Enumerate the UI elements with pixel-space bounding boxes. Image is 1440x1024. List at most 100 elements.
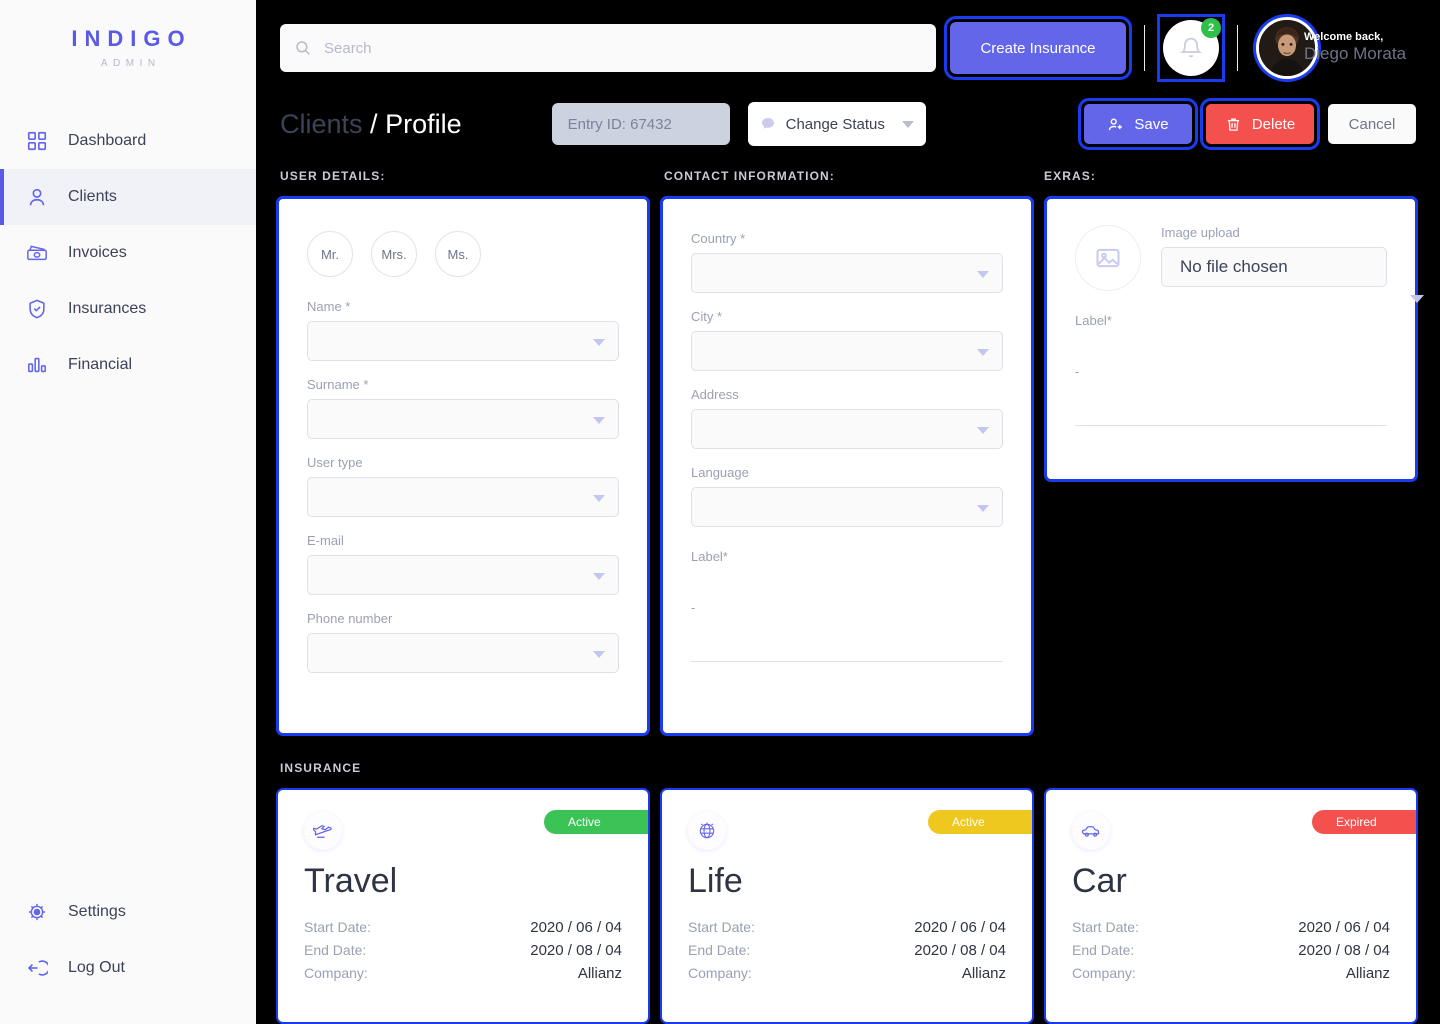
insurance-card-inner: Expired Car Start Date: 2020 / 06 / 04 E… (1046, 790, 1416, 1022)
sidebar-nav: Dashboard Clients Invoices Insurances Fi… (0, 113, 256, 393)
row-value: 2020 / 08 / 04 (530, 942, 622, 959)
save-button-label: Save (1134, 115, 1169, 133)
insurance-row: Start Date: 2020 / 06 / 04 (1072, 919, 1390, 936)
field-country: Country * (691, 231, 1003, 293)
address-select[interactable] (691, 409, 1003, 449)
sidebar-item-settings[interactable]: Settings (0, 884, 256, 940)
sidebar-item-clients[interactable]: Clients (0, 169, 256, 225)
sidebar-item-dashboard[interactable]: Dashboard (0, 113, 256, 169)
section-label-contact-information: CONTACT INFORMATION: (664, 169, 835, 183)
topbar: Create Insurance 2 (280, 0, 1440, 96)
topbar-divider-2 (1237, 25, 1238, 71)
search-box[interactable] (280, 24, 936, 72)
field-user-type: User type (307, 455, 619, 517)
salutation-ms[interactable]: Ms. (435, 231, 481, 277)
add-user-icon (1107, 116, 1124, 133)
logout-icon (26, 957, 48, 979)
change-status-dropdown[interactable]: Change Status (747, 102, 926, 146)
search-icon (294, 39, 312, 57)
user-type-select[interactable] (307, 477, 619, 517)
insurance-row: Company: Allianz (688, 965, 1006, 982)
notifications-button[interactable]: 2 (1157, 14, 1225, 82)
contact-label-value[interactable]: - (691, 600, 1003, 615)
status-badge: Expired (1312, 810, 1416, 834)
cancel-button[interactable]: Cancel (1328, 104, 1416, 144)
contact-label-underline (691, 661, 1003, 662)
row-key: End Date: (688, 942, 751, 958)
notification-count-badge: 2 (1201, 18, 1221, 38)
grid-icon (26, 130, 48, 152)
create-insurance-button[interactable]: Create Insurance (944, 16, 1132, 80)
insurance-details: Start Date: 2020 / 06 / 04 End Date: 202… (688, 919, 1006, 982)
field-label: Name * (307, 299, 351, 314)
field-label: Surname * (307, 377, 369, 392)
sidebar: INDIGO ADMIN Dashboard Clients Invoices … (0, 0, 256, 1024)
sidebar-item-label: Invoices (68, 244, 127, 261)
row-value: Allianz (961, 965, 1006, 982)
insurance-card-life[interactable]: Active Life Start Date: 2020 / 06 / 04 E… (660, 788, 1034, 1024)
insurance-row: Company: Allianz (304, 965, 622, 982)
insurance-card-travel[interactable]: Active Travel Start Date: 2020 / 06 / 04… (276, 788, 650, 1024)
sidebar-item-label: Clients (68, 188, 117, 205)
city-select[interactable] (691, 331, 1003, 371)
sidebar-item-insurances[interactable]: Insurances (0, 281, 256, 337)
sidebar-item-label: Settings (68, 903, 126, 920)
entry-id-field[interactable]: Entry ID: 67432 (551, 103, 730, 145)
plane-icon (304, 812, 342, 850)
salutation-mrs[interactable]: Mrs. (371, 231, 417, 277)
insurance-card-inner: Active Travel Start Date: 2020 / 06 / 04… (278, 790, 648, 1022)
sidebar-item-label: Financial (68, 356, 133, 373)
scroll-caret-icon[interactable] (1410, 295, 1424, 303)
extras-label-field: Label* - (1075, 313, 1387, 426)
row-key: Company: (1072, 965, 1136, 981)
insurance-row: Company: Allianz (1072, 965, 1390, 982)
chat-bubble-icon (760, 116, 776, 132)
money-icon (26, 242, 48, 264)
section-label-extras: EXRAS: (1044, 169, 1096, 183)
status-badge: Active (544, 810, 648, 834)
user-details-card: Mr. Mrs. Ms. Name * Surname * User type … (276, 196, 650, 736)
search-input[interactable] (324, 39, 922, 57)
field-label: User type (307, 455, 363, 470)
sidebar-item-label: Dashboard (68, 132, 147, 149)
language-select[interactable] (691, 487, 1003, 527)
country-select[interactable] (691, 253, 1003, 293)
row-key: Start Date: (304, 919, 371, 935)
trash-icon (1225, 116, 1242, 133)
delete-button[interactable]: Delete (1200, 98, 1320, 150)
field-label: Language (691, 465, 749, 480)
sidebar-item-invoices[interactable]: Invoices (0, 225, 256, 281)
save-button[interactable]: Save (1078, 98, 1198, 150)
row-value: 2020 / 06 / 04 (1298, 919, 1390, 936)
row-key: Start Date: (1072, 919, 1139, 935)
delete-button-label: Delete (1251, 115, 1296, 133)
phone-number-select[interactable] (307, 633, 619, 673)
row-value: Allianz (577, 965, 622, 982)
field-language: Language (691, 465, 1003, 527)
contact-information-card: Country * City * Address Language Label*… (660, 196, 1034, 736)
sidebar-item-financial[interactable]: Financial (0, 337, 256, 393)
extras-label-value[interactable]: - (1075, 364, 1387, 379)
breadcrumb-parent[interactable]: Clients (280, 109, 363, 139)
field-phone-number: Phone number (307, 611, 619, 673)
insurance-card-car[interactable]: Expired Car Start Date: 2020 / 06 / 04 E… (1044, 788, 1418, 1024)
email-select[interactable] (307, 555, 619, 595)
surname-select[interactable] (307, 399, 619, 439)
name-select[interactable] (307, 321, 619, 361)
field-label: Image upload (1161, 225, 1240, 240)
row-value: Allianz (1345, 965, 1390, 982)
extras-card: Image upload No file chosen Label* - (1044, 196, 1424, 482)
salutation-mr[interactable]: Mr. (307, 231, 353, 277)
insurance-row: End Date: 2020 / 08 / 04 (304, 942, 622, 959)
user-menu[interactable]: Welcome back, Diego Morata (1256, 17, 1406, 79)
insurance-title: Life (688, 862, 743, 900)
row-key: Start Date: (688, 919, 755, 935)
sidebar-item-logout[interactable]: Log Out (0, 940, 256, 996)
section-label-insurance: INSURANCE (280, 761, 362, 775)
action-buttons: Save Delete Cancel (1078, 98, 1416, 150)
field-label: Country * (691, 231, 746, 246)
file-chooser[interactable]: No file chosen (1161, 247, 1387, 287)
brand-logo: INDIGO ADMIN (0, 0, 256, 69)
toolbar-row: Clients / Profile Entry ID: 67432 Change… (280, 98, 1416, 150)
sidebar-item-label: Log Out (68, 959, 125, 976)
